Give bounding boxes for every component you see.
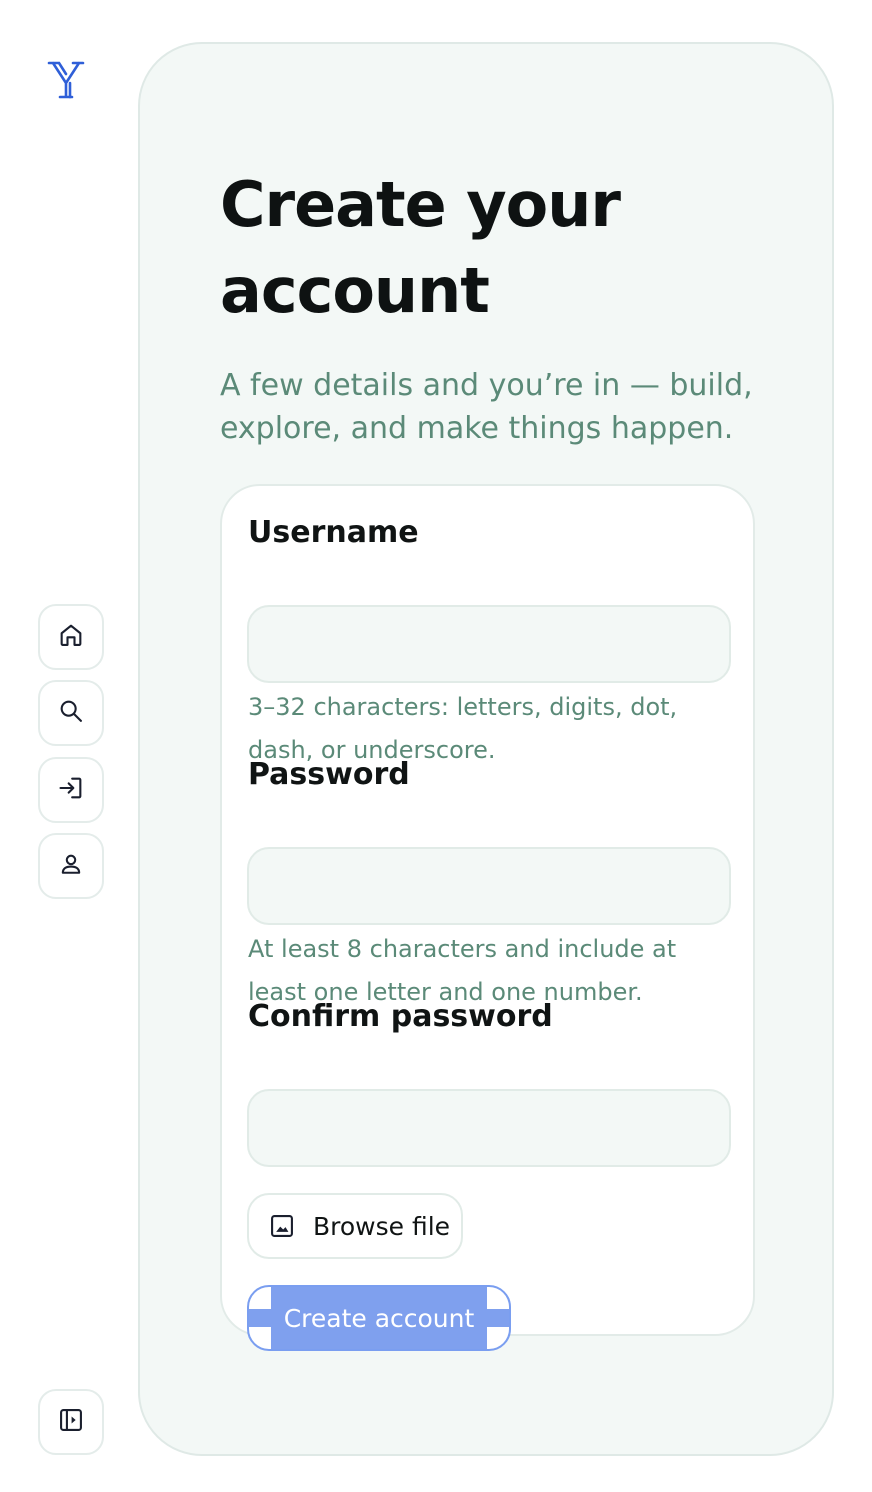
sidebar-toggle-icon [57, 1406, 85, 1438]
sidebar-toggle-button[interactable] [38, 1389, 104, 1455]
image-icon [267, 1211, 297, 1241]
password-field-wrapper [247, 847, 731, 925]
main-panel: Create your account A few details and yo… [138, 42, 834, 1456]
page-subtitle: A few details and you’re in — build, exp… [220, 368, 753, 446]
nav-home-button[interactable] [38, 604, 104, 670]
button-corner-artifact [249, 1287, 271, 1309]
nav-search-button[interactable] [38, 680, 104, 746]
browse-file-button[interactable]: Browse file [247, 1193, 463, 1259]
nav-profile-button[interactable] [38, 833, 104, 899]
button-corner-artifact [487, 1327, 509, 1349]
home-icon [57, 621, 85, 653]
y-logo-icon[interactable] [44, 58, 88, 102]
button-corner-artifact [487, 1287, 509, 1309]
confirm-password-field-wrapper [247, 1089, 731, 1167]
nav-sign-in-button[interactable] [38, 757, 104, 823]
password-label: Password [248, 757, 410, 792]
user-icon [57, 850, 85, 882]
page-title: Create your account [220, 168, 621, 327]
browse-file-label: Browse file [313, 1211, 451, 1241]
create-account-label: Create account [283, 1303, 475, 1333]
username-field-wrapper [247, 605, 731, 683]
button-corner-artifact [249, 1327, 271, 1349]
signup-form: Username 3–32 characters: letters, digit… [220, 484, 755, 1351]
confirm-password-input[interactable] [249, 1091, 729, 1165]
sign-in-icon [57, 774, 85, 806]
password-input[interactable] [249, 849, 729, 923]
username-input[interactable] [249, 607, 729, 681]
create-account-button[interactable]: Create account [247, 1285, 511, 1351]
search-icon [57, 697, 85, 729]
username-label: Username [248, 515, 419, 550]
confirm-password-label: Confirm password [248, 999, 553, 1034]
